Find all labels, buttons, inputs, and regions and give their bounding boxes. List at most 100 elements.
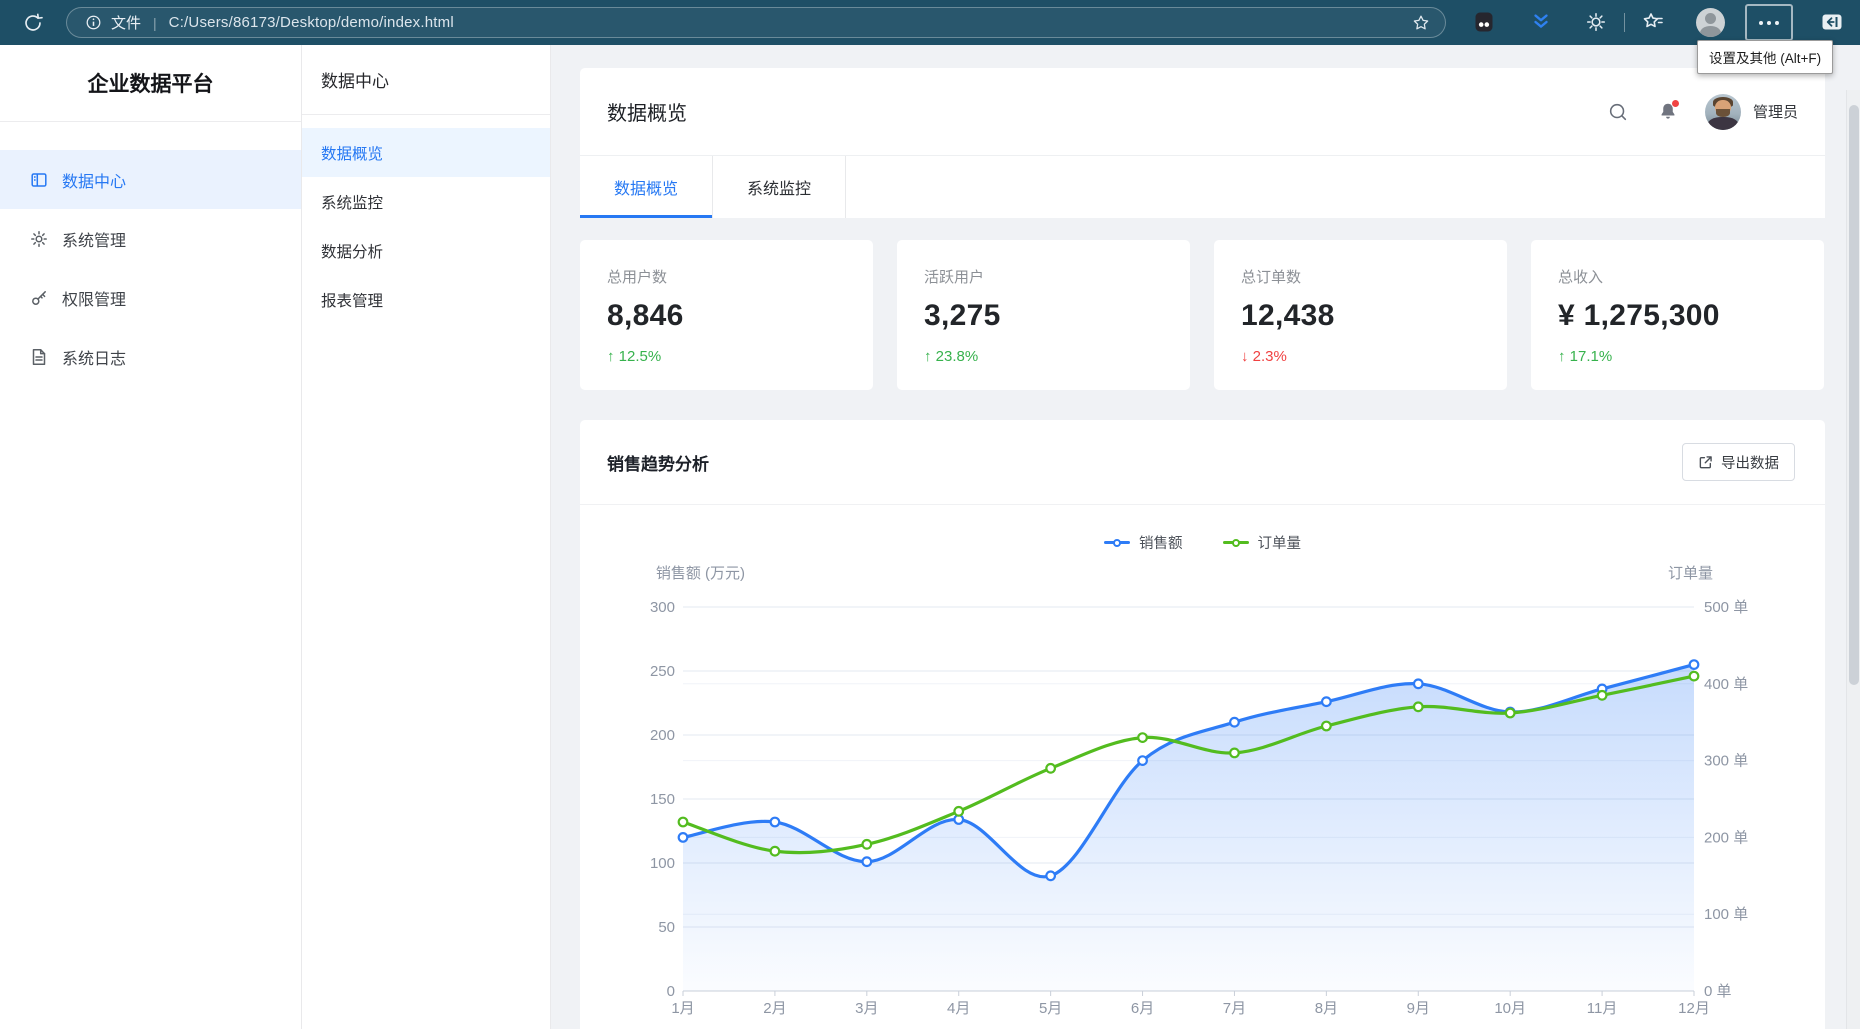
svg-text:250: 250 <box>650 663 675 680</box>
sidebar-item-label: 权限管理 <box>62 286 126 310</box>
browser-profile-avatar[interactable] <box>1696 8 1725 37</box>
stat-label: 总收入 <box>1558 266 1797 287</box>
stat-card: 总收入 ¥ 1,275,300 ↑ 17.1% <box>1531 240 1824 390</box>
sidebar-item-label: 数据中心 <box>62 168 126 192</box>
svg-text:500 单: 500 单 <box>1704 599 1748 616</box>
tab-data-overview[interactable]: 数据概览 <box>580 156 713 218</box>
extensions-gear-icon[interactable] <box>1584 10 1608 34</box>
url-text[interactable]: C:/Users/86173/Desktop/demo/index.html <box>169 14 1401 31</box>
user-menu[interactable]: 管理员 <box>1705 94 1798 130</box>
reload-icon[interactable] <box>18 8 48 38</box>
stat-label: 活跃用户 <box>924 266 1163 287</box>
svg-text:2月: 2月 <box>763 1000 786 1017</box>
stat-card: 总用户数 8,846 ↑ 12.5% <box>580 240 873 390</box>
stat-label: 总订单数 <box>1241 266 1480 287</box>
page-title: 数据概览 <box>607 97 687 126</box>
notification-bell-icon[interactable] <box>1655 99 1681 125</box>
svg-text:4月: 4月 <box>947 1000 970 1017</box>
sidebar-toggle-icon[interactable] <box>1820 10 1844 34</box>
svg-text:300 单: 300 单 <box>1704 753 1748 770</box>
app-window: 企业数据平台 数据中心 <box>0 45 1860 1029</box>
page-scrollbar <box>1846 90 1860 1029</box>
sidebar-item-data-center[interactable]: 数据中心 <box>0 150 301 209</box>
secondary-sidebar: 数据中心 数据概览 系统监控 数据分析 报表管理 <box>302 45 551 1029</box>
permission-key-icon <box>30 289 48 307</box>
user-avatar <box>1705 94 1741 130</box>
tab-bar: 数据概览 系统监控 <box>580 156 1825 218</box>
favorites-hub-icon[interactable] <box>1641 10 1665 34</box>
svg-text:200 单: 200 单 <box>1704 829 1748 846</box>
app-title: 企业数据平台 <box>0 45 301 122</box>
svg-text:5月: 5月 <box>1039 1000 1062 1017</box>
scrollbar-thumb[interactable] <box>1849 105 1859 685</box>
export-icon <box>1698 455 1713 470</box>
submenu-item-data-overview[interactable]: 数据概览 <box>302 128 550 177</box>
svg-text:100 单: 100 单 <box>1704 906 1748 923</box>
sidebar-item-label: 系统日志 <box>62 345 126 369</box>
trend-arrow-icon: ↑ <box>607 348 615 365</box>
sidebar-item-system-logs[interactable]: 系统日志 <box>0 327 301 386</box>
page-header-block: 数据概览 <box>580 68 1825 218</box>
chart-title: 销售趋势分析 <box>607 450 709 475</box>
svg-text:300: 300 <box>650 599 675 616</box>
primary-sidebar: 企业数据平台 数据中心 <box>0 45 302 1029</box>
stat-value: 8,846 <box>607 299 846 333</box>
address-separator: | <box>153 15 157 31</box>
svg-text:8月: 8月 <box>1315 1000 1338 1017</box>
search-icon[interactable] <box>1605 99 1631 125</box>
stat-trend: ↑ 23.8% <box>924 348 1163 365</box>
settings-more-button[interactable] <box>1745 4 1793 41</box>
svg-text:订单量: 订单量 <box>1668 565 1713 582</box>
log-document-icon <box>30 348 48 366</box>
tab-system-monitor[interactable]: 系统监控 <box>713 156 846 218</box>
trend-arrow-icon: ↑ <box>924 348 932 365</box>
stat-trend: ↑ 17.1% <box>1558 348 1797 365</box>
svg-text:0 单: 0 单 <box>1704 983 1732 1000</box>
system-gear-icon <box>30 230 48 248</box>
stats-row: 总用户数 8,846 ↑ 12.5% 活跃用户 3,275 ↑ 23.8% 总订… <box>580 240 1825 390</box>
svg-text:9月: 9月 <box>1407 1000 1430 1017</box>
trend-arrow-icon: ↑ <box>1558 348 1566 365</box>
user-name: 管理员 <box>1753 101 1798 122</box>
stat-trend: ↓ 2.3% <box>1241 348 1480 365</box>
notification-dot <box>1671 99 1680 108</box>
stat-label: 总用户数 <box>607 266 846 287</box>
svg-text:100: 100 <box>650 855 675 872</box>
extension-chevrons-icon[interactable] <box>1529 10 1553 34</box>
stat-card: 活跃用户 3,275 ↑ 23.8% <box>897 240 1190 390</box>
info-icon[interactable] <box>85 14 102 31</box>
svg-text:11月: 11月 <box>1587 1000 1618 1017</box>
svg-text:150: 150 <box>650 791 675 808</box>
svg-text:1月: 1月 <box>671 1000 694 1017</box>
toolbar-divider <box>1624 13 1625 32</box>
svg-text:7月: 7月 <box>1223 1000 1246 1017</box>
trend-arrow-icon: ↓ <box>1241 348 1249 365</box>
address-bar[interactable]: 文件 | C:/Users/86173/Desktop/demo/index.h… <box>66 7 1446 38</box>
submenu-item-system-monitor[interactable]: 系统监控 <box>302 177 550 226</box>
export-data-button[interactable]: 导出数据 <box>1682 443 1795 481</box>
stat-value: 3,275 <box>924 299 1163 333</box>
sidebar-item-label: 系统管理 <box>62 227 126 251</box>
submenu-item-report-management[interactable]: 报表管理 <box>302 275 550 324</box>
browser-toolbar: 文件 | C:/Users/86173/Desktop/demo/index.h… <box>0 0 1860 45</box>
bookmark-star-icon[interactable] <box>1411 13 1431 33</box>
stat-trend: ↑ 12.5% <box>607 348 846 365</box>
submenu-item-data-analysis[interactable]: 数据分析 <box>302 226 550 275</box>
svg-text:10月: 10月 <box>1494 1000 1526 1017</box>
extension-dark-icon[interactable] <box>1472 10 1496 34</box>
svg-text:6月: 6月 <box>1131 1000 1154 1017</box>
main-content: 数据概览 <box>551 45 1846 1029</box>
svg-text:200: 200 <box>650 727 675 744</box>
sidebar-item-system-management[interactable]: 系统管理 <box>0 209 301 268</box>
svg-text:400 单: 400 单 <box>1704 676 1748 693</box>
data-center-icon <box>30 171 48 189</box>
trend-chart-svg[interactable]: 300250200150100500500 单400 单300 单200 单10… <box>580 505 1825 1029</box>
stat-card: 总订单数 12,438 ↓ 2.3% <box>1214 240 1507 390</box>
submenu-title: 数据中心 <box>302 45 550 115</box>
settings-tooltip: 设置及其他 (Alt+F) <box>1697 40 1833 74</box>
file-scheme-label: 文件 <box>111 12 141 33</box>
sidebar-item-permission-management[interactable]: 权限管理 <box>0 268 301 327</box>
svg-text:0: 0 <box>667 983 675 1000</box>
stat-value: ¥ 1,275,300 <box>1558 299 1797 333</box>
sales-trend-card: 销售趋势分析 导出数据 销售额订单量 300250200150100500500… <box>580 420 1825 1029</box>
